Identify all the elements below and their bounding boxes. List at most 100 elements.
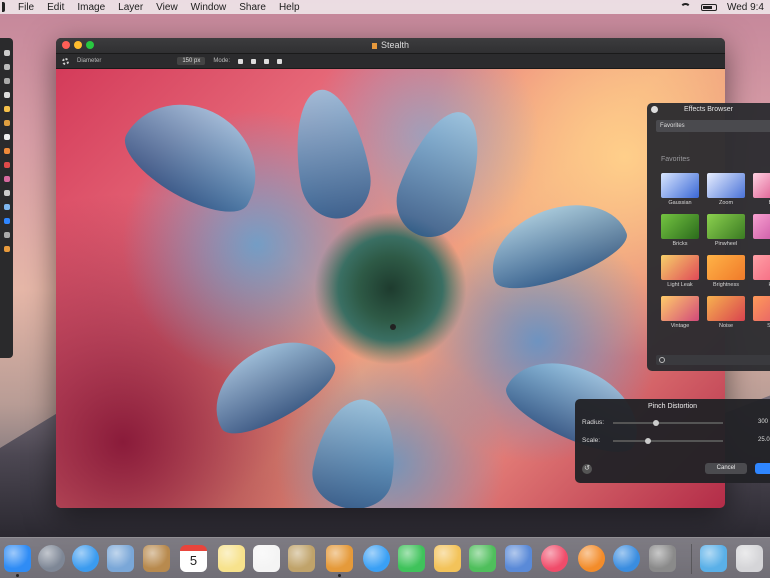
effect-item[interactable]: Gaussian [659,173,701,210]
effect-thumbnail[interactable] [661,173,699,198]
finder-icon[interactable] [4,545,31,572]
itunes-icon[interactable] [541,545,568,572]
apple-menu-icon[interactable] [2,2,5,12]
preview-icon[interactable] [288,545,315,572]
diameter-field[interactable]: 150 px [177,57,206,65]
facetime-icon[interactable] [398,545,425,572]
effects-browser-title: Effects Browser [684,106,733,113]
gear-icon[interactable] [62,57,69,65]
effect-item[interactable]: Vintage [659,296,701,333]
effect-thumbnail[interactable] [707,296,745,321]
contacts-icon[interactable] [143,545,170,572]
effect-item[interactable]: Brightness [705,255,747,292]
effect-item[interactable]: Zoom [705,173,747,210]
scale-slider-knob[interactable] [645,438,651,444]
keynote-icon[interactable] [505,545,532,572]
mode-option-icon[interactable] [264,58,270,64]
menu-view[interactable]: View [156,2,178,13]
minimize-window-icon[interactable] [74,41,82,49]
radius-slider-knob[interactable] [653,420,659,426]
numbers-icon[interactable] [469,545,496,572]
pen-tool-icon[interactable] [3,232,10,238]
menu-window[interactable]: Window [191,2,227,13]
ibooks-icon[interactable] [578,545,605,572]
pinch-distortion-title: Pinch Distortion [647,403,698,410]
menu-image[interactable]: Image [77,2,105,13]
reset-icon[interactable]: ↺ [582,464,592,474]
window-titlebar[interactable]: Stealth [56,38,725,53]
move-tool-icon[interactable] [3,50,10,56]
sharpen-tool-icon[interactable] [3,190,10,196]
effect-item[interactable]: Bricks [659,214,701,251]
menu-file[interactable]: File [18,2,34,13]
pages-icon[interactable] [434,545,461,572]
effect-item[interactable]: Pinwheel [705,214,747,251]
menu-layer[interactable]: Layer [118,2,143,13]
mode-option-icon[interactable] [277,58,283,64]
menubar-clock[interactable]: Wed 9:4 [727,2,764,13]
brush-cursor [390,324,396,330]
pixelmator-icon[interactable] [326,545,353,572]
menu-edit[interactable]: Edit [47,2,64,13]
notes-icon[interactable] [218,545,245,572]
effect-thumbnail[interactable] [753,255,770,280]
effect-thumbnail[interactable] [661,214,699,239]
fill-tool-icon[interactable] [3,148,10,154]
effect-item[interactable]: Noise [705,296,747,333]
radius-value[interactable]: 300 [758,419,768,425]
close-window-icon[interactable] [62,41,70,49]
trash-icon[interactable] [736,545,763,572]
downloads-folder-icon[interactable] [700,545,727,572]
effect-thumbnail[interactable] [707,214,745,239]
app-store-icon[interactable] [613,545,640,572]
effects-browser-titlebar[interactable]: Effects Browser [647,103,770,116]
effect-thumbnail[interactable] [661,255,699,280]
effect-item[interactable]: P [751,214,770,251]
crop-tool-icon[interactable] [3,92,10,98]
launchpad-icon[interactable] [38,545,65,572]
effect-item[interactable]: Sha [751,296,770,333]
zoom-window-icon[interactable] [86,41,94,49]
close-panel-icon[interactable] [651,106,658,113]
effects-search-input[interactable] [656,355,770,365]
clone-tool-icon[interactable] [3,176,10,182]
cancel-button[interactable]: Cancel [705,463,747,474]
messages-icon[interactable] [363,545,390,572]
pencil-tool-icon[interactable] [3,120,10,126]
effect-thumbnail[interactable] [753,296,770,321]
smudge-tool-icon[interactable] [3,204,10,210]
radius-label: Radius: [582,419,605,426]
effect-item[interactable]: Bu [751,173,770,210]
menu-share[interactable]: Share [239,2,266,13]
scale-value[interactable]: 25.0 [758,437,770,443]
text-tool-icon[interactable] [3,246,10,252]
mode-option-icon[interactable] [251,58,257,64]
ok-button[interactable] [755,463,770,474]
effects-category-select[interactable]: Favorites [656,120,770,132]
photos-app-icon[interactable] [107,545,134,572]
safari-icon[interactable] [72,545,99,572]
menu-help[interactable]: Help [279,2,300,13]
eraser-tool-icon[interactable] [3,134,10,140]
brush-tool-icon[interactable] [3,106,10,112]
wifi-icon[interactable] [679,3,691,11]
mode-option-icon[interactable] [238,58,244,64]
effect-item[interactable]: Hu [751,255,770,292]
effect-thumbnail[interactable] [753,214,770,239]
calendar-icon[interactable]: 5 [180,545,207,572]
lasso-tool-icon[interactable] [3,64,10,70]
effect-item[interactable]: Light Leak [659,255,701,292]
gradient-tool-icon[interactable] [3,162,10,168]
battery-icon[interactable] [700,3,717,11]
effect-thumbnail[interactable] [707,173,745,198]
radius-slider[interactable] [613,420,723,426]
reminders-icon[interactable] [253,545,280,572]
scale-slider[interactable] [613,438,723,444]
effect-label: Gaussian [668,200,692,206]
effect-thumbnail[interactable] [707,255,745,280]
effect-thumbnail[interactable] [661,296,699,321]
system-preferences-icon[interactable] [649,545,676,572]
heart-tool-icon[interactable] [3,218,10,224]
effect-thumbnail[interactable] [753,173,770,198]
selection-tool-icon[interactable] [3,78,10,84]
